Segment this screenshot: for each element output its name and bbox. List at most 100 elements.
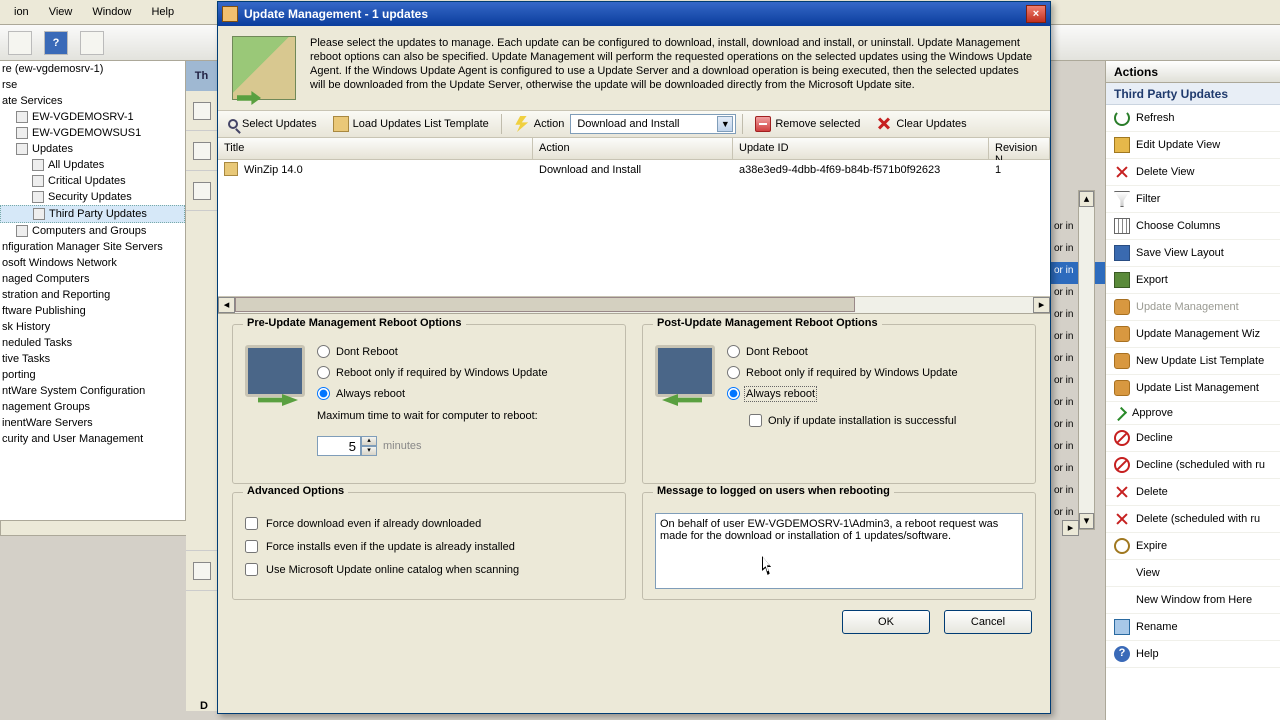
load-template-button[interactable]: Load Updates List Template [327,113,495,135]
toolbar-button[interactable] [8,31,32,55]
action-combo[interactable]: Download and Install ▼ [570,114,736,134]
spin-down-icon[interactable]: ▾ [361,446,377,456]
tree-item[interactable]: EW-VGDEMOSRV-1 [0,109,185,125]
tree-item[interactable]: osoft Windows Network [0,255,185,271]
action-view[interactable]: View [1106,560,1280,587]
action-help[interactable]: ?Help [1106,641,1280,668]
scroll-down-arrow[interactable]: ▾ [1079,513,1094,529]
midstrip-icon[interactable] [193,562,211,580]
action-delete[interactable]: Delete [1106,479,1280,506]
bg-vscroll[interactable]: ▴ ▾ [1078,190,1095,530]
action-approve[interactable]: Approve [1106,402,1280,425]
action-rename[interactable]: Rename [1106,614,1280,641]
chk-use-ms-catalog[interactable]: Use Microsoft Update online catalog when… [245,563,613,576]
action-update-management-wiz[interactable]: Update Management Wiz [1106,321,1280,348]
nav-tree[interactable]: re (ew-vgdemosrv-1) rseate ServicesEW-VG… [0,61,186,521]
grid-row[interactable]: WinZip 14.0 Download and Install a38e3ed… [218,160,1050,180]
clear-updates-button[interactable]: Clear Updates [870,113,972,135]
action-delete-view[interactable]: Delete View [1106,159,1280,186]
tree-item[interactable]: EW-VGDEMOWSUS1 [0,125,185,141]
chevron-down-icon[interactable]: ▼ [717,116,733,132]
action-expire[interactable]: Expire [1106,533,1280,560]
tree-item[interactable]: All Updates [0,157,185,173]
chk-only-if-success[interactable] [749,414,762,427]
tree-item[interactable]: ntWare System Configuration [0,383,185,399]
close-icon[interactable]: × [1026,5,1046,23]
tree-item[interactable]: sk History [0,319,185,335]
tree-item[interactable]: Critical Updates [0,173,185,189]
scroll-thumb[interactable] [235,297,855,312]
tree-item[interactable]: Security Updates [0,189,185,205]
tree-item[interactable]: inentWare Servers [0,415,185,431]
tree-item[interactable]: Computers and Groups [0,223,185,239]
action-decline[interactable]: Decline [1106,425,1280,452]
tree-hscroll[interactable]: ▸ [0,520,216,536]
grid-body[interactable]: WinZip 14.0 Download and Install a38e3ed… [218,160,1050,296]
tree-item[interactable]: nagement Groups [0,399,185,415]
midstrip-icon[interactable] [193,102,211,120]
tree-item[interactable]: ftware Publishing [0,303,185,319]
grid-header[interactable]: Title Action Update ID Revision N [218,138,1050,160]
menu-item[interactable]: View [39,2,83,22]
tree-item[interactable]: Third Party Updates [0,205,185,223]
midstrip-icon[interactable] [193,182,211,200]
radio-dont-reboot[interactable]: Dont Reboot [727,345,958,358]
blank-icon [1114,592,1130,608]
col-action[interactable]: Action [533,138,733,159]
tree-item[interactable]: tive Tasks [0,351,185,367]
wait-input[interactable] [317,436,361,456]
tree-item[interactable]: Updates [0,141,185,157]
action-decline-scheduled-with-ru[interactable]: Decline (scheduled with ru [1106,452,1280,479]
action-delete-scheduled-with-ru[interactable]: Delete (scheduled with ru [1106,506,1280,533]
menu-item[interactable]: Window [82,2,141,22]
scroll-left-arrow[interactable]: ◂ [218,297,235,313]
action-refresh[interactable]: Refresh [1106,105,1280,132]
midstrip-icon[interactable] [193,142,211,160]
cancel-button[interactable]: Cancel [944,610,1032,634]
toolbar-button[interactable] [80,31,104,55]
action-export[interactable]: Export [1106,267,1280,294]
tree-item[interactable]: naged Computers [0,271,185,287]
tree-item[interactable]: curity and User Management [0,431,185,447]
col-update-id[interactable]: Update ID [733,138,989,159]
remove-selected-button[interactable]: Remove selected [749,113,866,135]
scroll-right-arrow[interactable]: ▸ [1062,520,1079,536]
help-icon[interactable]: ? [44,31,68,55]
action-new-update-list-template[interactable]: New Update List Template [1106,348,1280,375]
col-revision[interactable]: Revision N [989,138,1050,159]
tree-item[interactable]: ate Services [0,93,185,109]
reboot-message-textarea[interactable] [655,513,1023,589]
chk-force-install[interactable]: Force installs even if the update is alr… [245,540,613,553]
tree-item[interactable]: stration and Reporting [0,287,185,303]
action-new-window-from-here[interactable]: New Window from Here [1106,587,1280,614]
tree-item[interactable]: nfiguration Manager Site Servers [0,239,185,255]
col-title[interactable]: Title [218,138,533,159]
tree-item[interactable]: rse [0,77,185,93]
scroll-right-arrow[interactable]: ▸ [1033,297,1050,313]
wait-spinner[interactable]: ▴▾ [317,436,377,456]
spin-up-icon[interactable]: ▴ [361,436,377,446]
action-filter[interactable]: Filter [1106,186,1280,213]
radio-always-reboot[interactable]: Always reboot [317,387,548,400]
scroll-up-arrow[interactable]: ▴ [1079,191,1094,207]
radio-reboot-if-required[interactable]: Reboot only if required by Windows Updat… [317,366,548,379]
menu-item[interactable]: ion [4,2,39,22]
ok-button[interactable]: OK [842,610,930,634]
action-save-view-layout[interactable]: Save View Layout [1106,240,1280,267]
um-icon [1114,299,1130,315]
select-updates-button[interactable]: Select Updates [222,115,323,133]
tree-root[interactable]: re (ew-vgdemosrv-1) [0,61,185,77]
tree-item[interactable]: neduled Tasks [0,335,185,351]
radio-reboot-if-required[interactable]: Reboot only if required by Windows Updat… [727,366,958,379]
action-edit-update-view[interactable]: Edit Update View [1106,132,1280,159]
grid-hscroll[interactable]: ◂ ▸ [218,296,1050,313]
radio-dont-reboot[interactable]: Dont Reboot [317,345,548,358]
radio-always-reboot[interactable]: Always reboot [727,387,958,400]
tree-item[interactable]: porting [0,367,185,383]
action-update-list-management[interactable]: Update List Management [1106,375,1280,402]
chk-force-download[interactable]: Force download even if already downloade… [245,517,613,530]
info-text: Please select the updates to manage. Eac… [310,36,1036,100]
menu-item[interactable]: Help [141,2,184,22]
action-choose-columns[interactable]: Choose Columns [1106,213,1280,240]
titlebar[interactable]: Update Management - 1 updates × [218,2,1050,26]
